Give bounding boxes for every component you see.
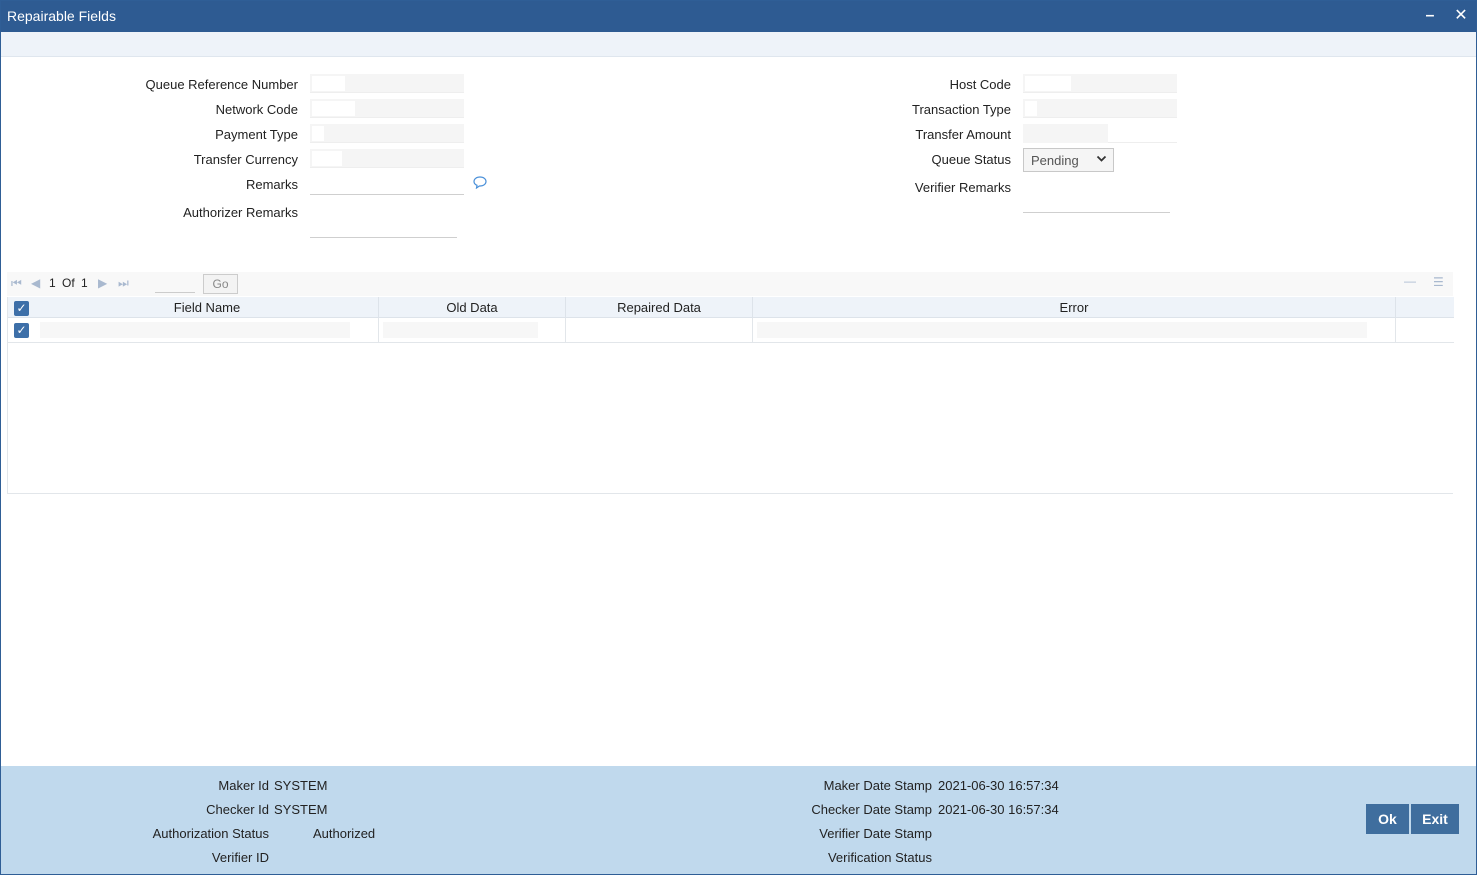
- audit-footer: Maker Id SYSTEM Checker Id SYSTEM Author…: [1, 766, 1476, 874]
- ok-button[interactable]: Ok: [1366, 804, 1409, 834]
- select-all-checkbox[interactable]: ✓: [14, 301, 29, 316]
- cell-error[interactable]: [753, 318, 1396, 343]
- grid-pager: ⏮ ◀ 1 Of 1 ▶ ⏭ Go — ☰: [7, 272, 1453, 296]
- transfer-amount-field[interactable]: [1023, 124, 1177, 143]
- payment-type-field[interactable]: [310, 124, 464, 143]
- title-bar: Repairable Fields – ✕: [1, 1, 1476, 32]
- host-code-label: Host Code: [949, 77, 1011, 92]
- cell-repaired-data[interactable]: [566, 318, 753, 343]
- queue-reference-number-field[interactable]: [310, 74, 464, 93]
- remarks-comment-icon[interactable]: [473, 176, 487, 192]
- cell-field-name[interactable]: [36, 318, 379, 343]
- page-number-input[interactable]: [155, 274, 195, 293]
- authorization-status-value: Authorized: [313, 826, 376, 841]
- network-code-label: Network Code: [215, 102, 298, 117]
- checker-id-label: Checker Id: [206, 802, 269, 817]
- verifier-id-label: Verifier ID: [211, 850, 269, 865]
- queue-status-value: Pending: [1031, 153, 1079, 168]
- row-checkbox[interactable]: ✓: [14, 323, 29, 338]
- queue-status-label: Queue Status: [931, 152, 1012, 167]
- maker-id-value: SYSTEM: [274, 778, 328, 793]
- toolbar-strip: [1, 32, 1476, 57]
- first-page-icon[interactable]: ⏮: [11, 276, 22, 291]
- transaction-type-field[interactable]: [1023, 99, 1177, 118]
- transaction-type-label: Transaction Type: [912, 102, 1011, 117]
- exit-button[interactable]: Exit: [1411, 804, 1459, 834]
- transfer-currency-label: Transfer Currency: [193, 152, 298, 167]
- authorizer-remarks-label: Authorizer Remarks: [183, 205, 298, 220]
- minimize-icon[interactable]: –: [1419, 5, 1441, 27]
- window-title: Repairable Fields: [7, 8, 116, 24]
- next-page-icon[interactable]: ▶: [98, 276, 107, 290]
- payment-type-label: Payment Type: [215, 127, 298, 142]
- go-button[interactable]: Go: [203, 274, 238, 294]
- maker-id-label: Maker Id: [218, 778, 269, 793]
- close-icon[interactable]: ✕: [1450, 5, 1472, 27]
- transfer-amount-label: Transfer Amount: [915, 127, 1011, 142]
- checker-date-stamp-label: Checker Date Stamp: [811, 802, 932, 817]
- maker-date-stamp-label: Maker Date Stamp: [823, 778, 932, 793]
- remarks-field[interactable]: [310, 194, 464, 195]
- queue-reference-number-label: Queue Reference Number: [145, 77, 298, 92]
- column-error[interactable]: Error: [753, 297, 1396, 318]
- column-old-data[interactable]: Old Data: [379, 297, 566, 318]
- table-row[interactable]: ✓: [8, 318, 1454, 343]
- verifier-remarks-field[interactable]: [1023, 212, 1170, 213]
- cell-old-data[interactable]: [379, 318, 566, 343]
- total-pages: 1: [81, 276, 88, 290]
- column-settings-icon[interactable]: ☰: [1433, 275, 1444, 289]
- grid-header: ✓ Field Name Old Data Repaired Data Erro…: [8, 297, 1454, 318]
- of-label: Of: [62, 276, 75, 290]
- remarks-label: Remarks: [245, 177, 298, 192]
- maker-date-stamp-value: 2021-06-30 16:57:34: [938, 778, 1059, 793]
- repairable-fields-window: Repairable Fields – ✕ Queue Reference Nu…: [0, 0, 1477, 875]
- verifier-remarks-label: Verifier Remarks: [914, 180, 1011, 195]
- current-page: 1: [49, 276, 56, 290]
- queue-status-select[interactable]: Pending: [1023, 148, 1114, 172]
- chevron-down-icon: [1096, 153, 1107, 167]
- verification-status-label: Verification Status: [827, 850, 932, 865]
- column-field-name[interactable]: Field Name: [36, 297, 379, 318]
- repairable-fields-grid: ✓ Field Name Old Data Repaired Data Erro…: [7, 297, 1454, 494]
- checker-date-stamp-value: 2021-06-30 16:57:34: [938, 802, 1059, 817]
- network-code-field[interactable]: [310, 99, 464, 118]
- transfer-currency-field[interactable]: [310, 149, 464, 168]
- authorization-status-label: Authorization Status: [152, 826, 269, 841]
- previous-page-icon[interactable]: ◀: [31, 276, 40, 290]
- column-repaired-data[interactable]: Repaired Data: [566, 297, 753, 318]
- host-code-field[interactable]: [1023, 74, 1177, 93]
- verifier-date-stamp-label: Verifier Date Stamp: [819, 826, 932, 841]
- checker-id-value: SYSTEM: [274, 802, 328, 817]
- last-page-icon[interactable]: ⏭: [118, 276, 129, 291]
- collapse-icon[interactable]: —: [1404, 274, 1416, 288]
- authorizer-remarks-field[interactable]: [310, 237, 457, 238]
